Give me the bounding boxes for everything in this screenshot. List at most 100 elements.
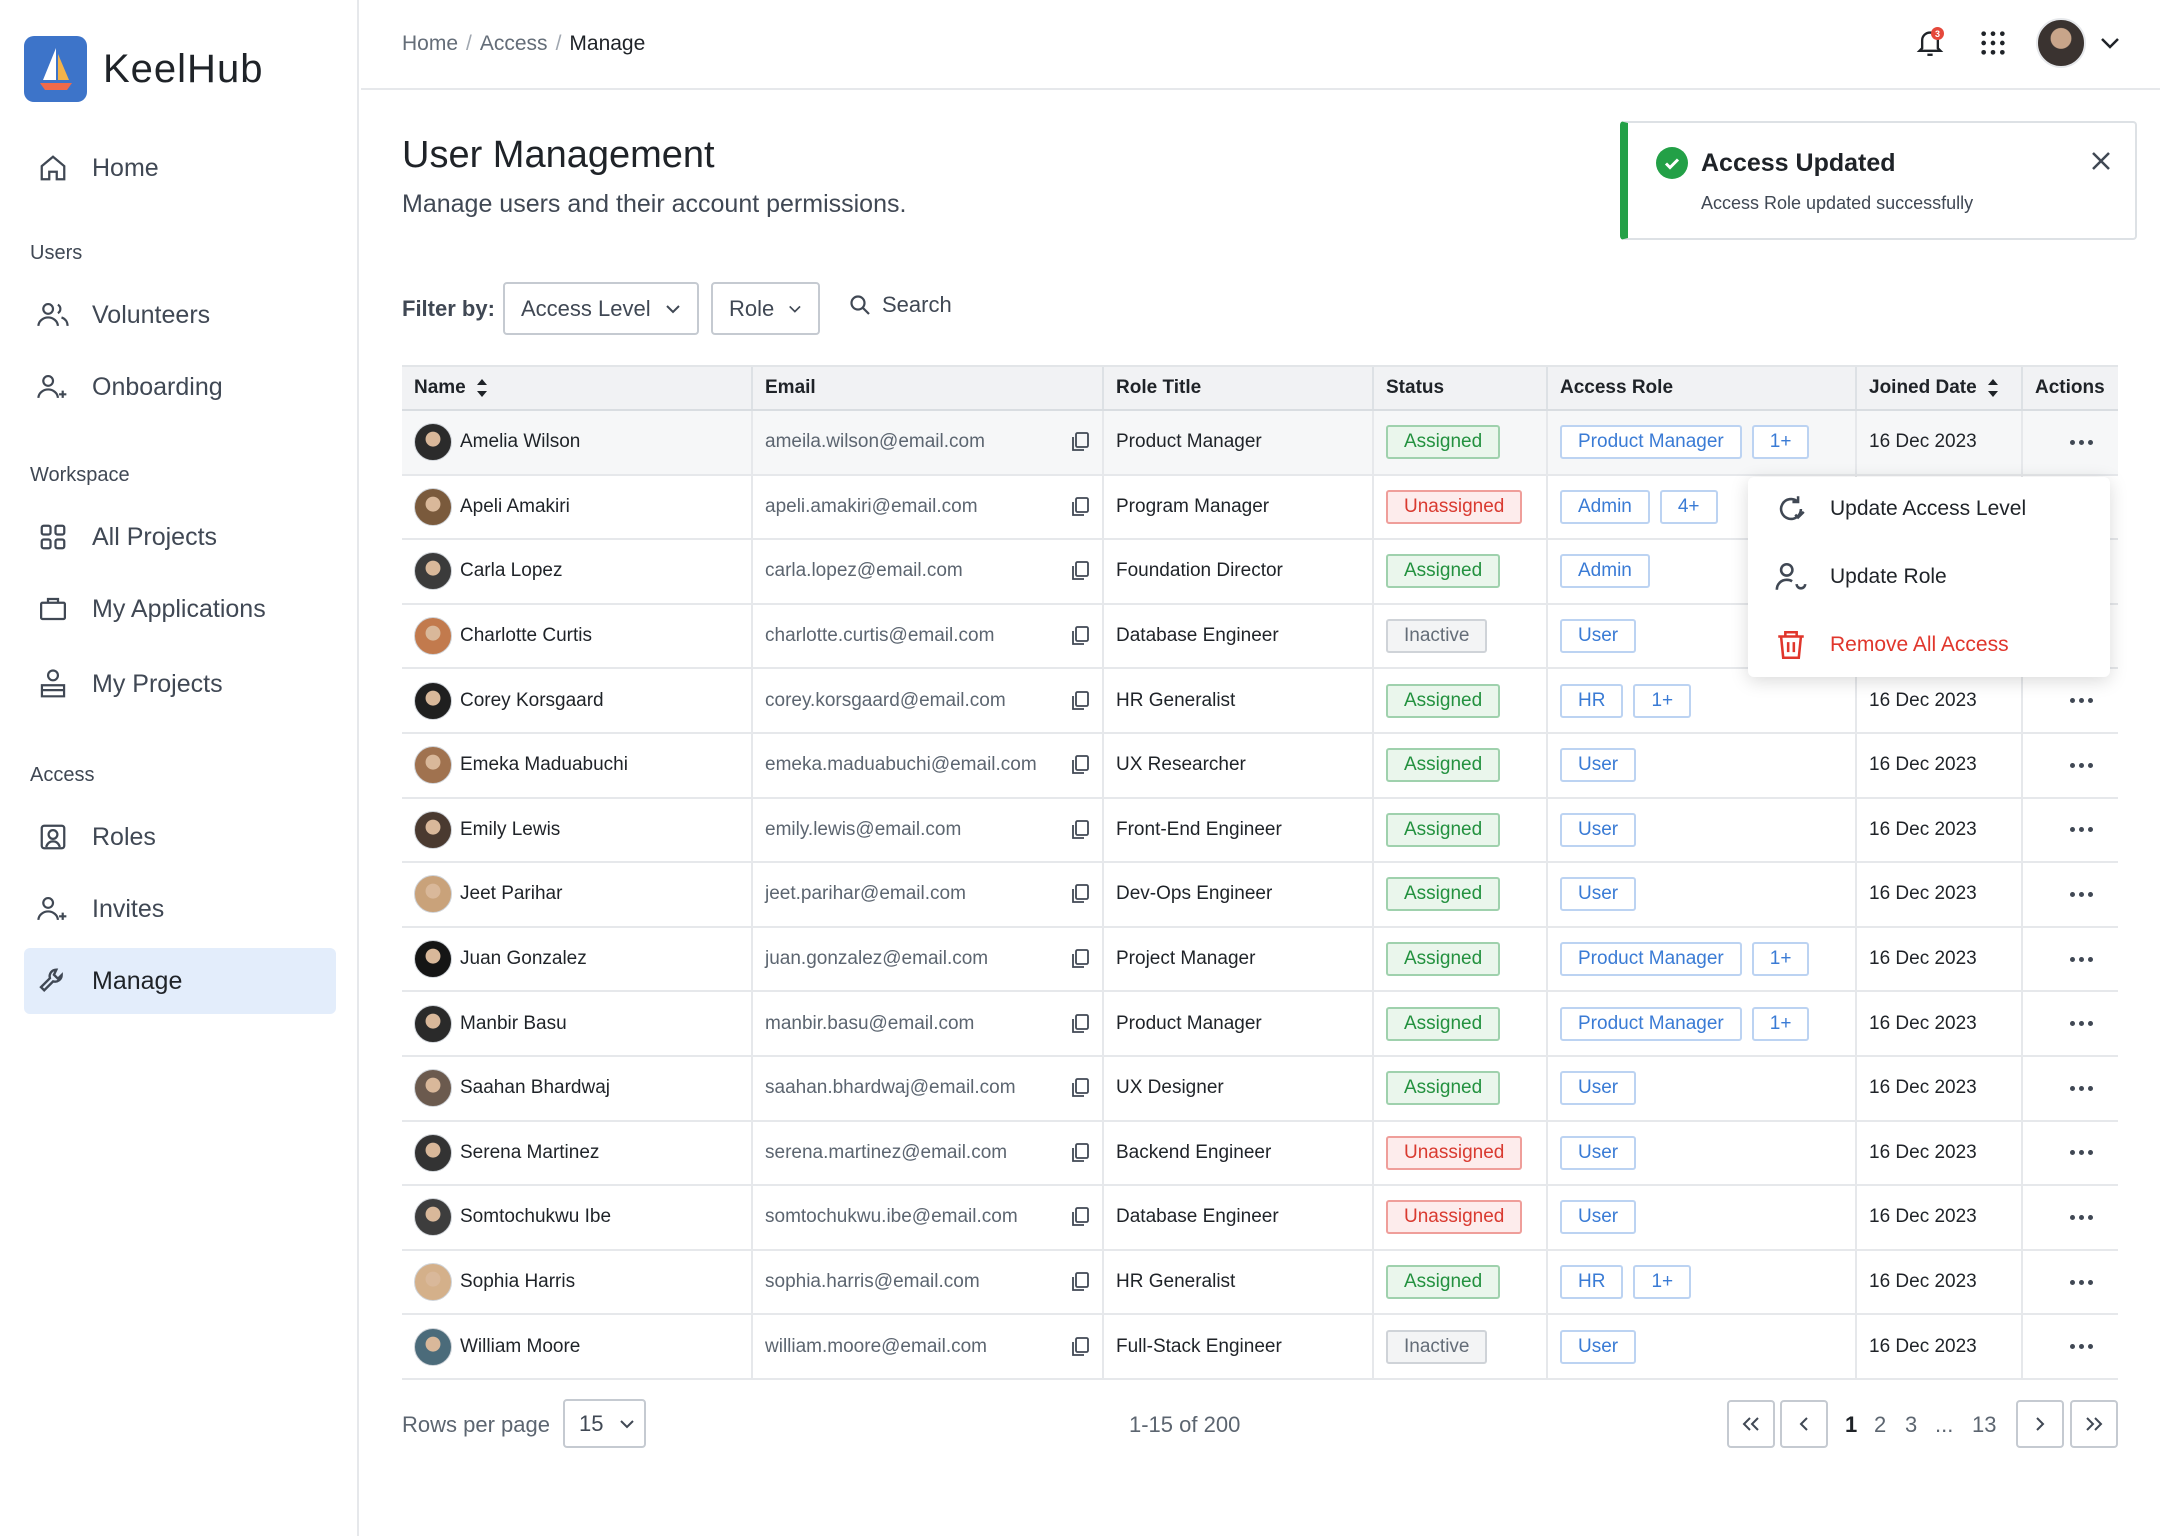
access-role-chip[interactable]: Product Manager (1560, 942, 1742, 977)
copy-icon[interactable] (1070, 1142, 1090, 1164)
copy-icon[interactable] (1070, 625, 1090, 647)
table-row[interactable]: Manbir Basu manbir.basu@email.com Produc… (402, 992, 2118, 1057)
next-page-button[interactable] (2016, 1400, 2064, 1448)
user-menu[interactable] (2036, 18, 2120, 68)
more-actions-icon[interactable] (2070, 762, 2093, 768)
cell-name: Charlotte Curtis (402, 604, 753, 668)
more-roles-chip[interactable]: 1+ (1751, 942, 1810, 977)
more-actions-icon[interactable] (2070, 439, 2093, 445)
access-role-chip[interactable]: User (1560, 1135, 1637, 1170)
table-row[interactable]: Corey Korsgaard corey.korsgaard@email.co… (402, 669, 2118, 734)
table-row[interactable]: Amelia Wilson ameila.wilson@email.com Pr… (402, 411, 2118, 476)
sidebar-item-home[interactable]: Home (24, 135, 336, 201)
more-roles-chip[interactable]: 4+ (1659, 489, 1718, 524)
more-actions-icon[interactable] (2070, 698, 2093, 704)
copy-icon[interactable] (1070, 1013, 1090, 1035)
menu-item-update-role[interactable]: Update Role (1774, 557, 1947, 597)
copy-icon[interactable] (1070, 819, 1090, 841)
copy-icon[interactable] (1070, 1206, 1090, 1228)
table-row[interactable]: Somtochukwu Ibe somtochukwu.ibe@email.co… (402, 1186, 2118, 1251)
copy-icon[interactable] (1070, 1336, 1090, 1358)
sidebar-item-roles[interactable]: Roles (24, 804, 336, 870)
more-actions-icon[interactable] (2070, 1021, 2093, 1027)
sidebar-item-all-projects[interactable]: All Projects (24, 504, 336, 570)
access-role-chip[interactable]: User (1560, 1329, 1637, 1364)
rows-per-page-select[interactable]: 15 (563, 1399, 646, 1448)
access-role-chip[interactable]: User (1560, 812, 1637, 847)
access-role-chip[interactable]: Product Manager (1560, 1006, 1742, 1041)
more-roles-chip[interactable]: 1+ (1751, 1006, 1810, 1041)
menu-item-update-access-level[interactable]: Update Access Level (1774, 489, 2026, 529)
access-role-chip[interactable]: Admin (1560, 489, 1650, 524)
access-role-chip[interactable]: User (1560, 619, 1637, 654)
table-row[interactable]: Serena Martinez serena.martinez@email.co… (402, 1121, 2118, 1187)
table-row[interactable]: Emeka Maduabuchi emeka.maduabuchi@email.… (402, 733, 2118, 799)
more-actions-icon[interactable] (2070, 1085, 2093, 1091)
notifications-button[interactable]: 3 (1910, 21, 1950, 65)
sidebar-item-manage[interactable]: Manage (24, 948, 336, 1014)
page-2[interactable]: 2 (1874, 1412, 1886, 1438)
copy-icon[interactable] (1070, 1077, 1090, 1099)
table-row[interactable]: Jeet Parihar jeet.parihar@email.com Dev-… (402, 863, 2118, 928)
sidebar-item-onboarding[interactable]: Onboarding (24, 354, 336, 420)
toast-close-button[interactable] (2085, 145, 2117, 177)
more-actions-icon[interactable] (2070, 1279, 2093, 1285)
more-actions-icon[interactable] (2070, 956, 2093, 962)
table-row[interactable]: Juan Gonzalez juan.gonzalez@email.com Pr… (402, 927, 2118, 993)
first-page-button[interactable] (1727, 1400, 1775, 1448)
table-row[interactable]: Saahan Bhardwaj saahan.bhardwaj@email.co… (402, 1056, 2118, 1122)
page-13[interactable]: 13 (1972, 1412, 1996, 1438)
menu-item-remove-all-access[interactable]: Remove All Access (1774, 625, 2009, 665)
prev-page-button[interactable] (1780, 1400, 1828, 1448)
app-logo[interactable]: KeelHub (24, 36, 263, 102)
more-roles-chip[interactable]: 1+ (1633, 1265, 1692, 1300)
copy-icon[interactable] (1070, 948, 1090, 970)
access-role-chip[interactable]: Product Manager (1560, 425, 1742, 460)
column-header-joined-date[interactable]: Joined Date (1857, 367, 2023, 409)
role-filter[interactable]: Role (711, 282, 820, 335)
more-roles-chip[interactable]: 1+ (1751, 425, 1810, 460)
copy-icon[interactable] (1070, 690, 1090, 712)
copy-icon[interactable] (1070, 496, 1090, 518)
cell-status: Assigned (1374, 992, 1548, 1055)
copy-icon[interactable] (1070, 431, 1090, 453)
more-actions-icon[interactable] (2070, 891, 2093, 897)
avatar (414, 1263, 452, 1302)
copy-icon[interactable] (1070, 883, 1090, 905)
access-role-chip[interactable]: User (1560, 1071, 1637, 1106)
page-1[interactable]: 1 (1845, 1412, 1857, 1438)
more-actions-icon[interactable] (2070, 1150, 2093, 1156)
sidebar-item-my-projects[interactable]: My Projects (24, 651, 336, 717)
access-role-chip[interactable]: Admin (1560, 554, 1650, 589)
more-roles-chip[interactable]: 1+ (1633, 683, 1692, 718)
page-3[interactable]: 3 (1905, 1412, 1917, 1438)
sidebar-item-invites[interactable]: Invites (24, 876, 336, 942)
more-actions-icon[interactable] (2070, 1214, 2093, 1220)
table-row[interactable]: William Moore william.moore@email.com Fu… (402, 1315, 2118, 1380)
avatar (414, 552, 452, 591)
apps-grid-button[interactable] (1978, 28, 2008, 58)
user-badge-icon (36, 820, 70, 854)
column-header-name[interactable]: Name (402, 367, 753, 409)
sidebar-item-my-applications[interactable]: My Applications (24, 576, 336, 642)
breadcrumb-home[interactable]: Home (402, 32, 458, 56)
role-title: Front-End Engineer (1116, 818, 1282, 840)
access-role-chip[interactable]: HR (1560, 683, 1624, 718)
access-role-chip[interactable]: User (1560, 1200, 1637, 1235)
access-role-chip[interactable]: User (1560, 877, 1637, 912)
access-role-chip[interactable]: User (1560, 748, 1637, 783)
sidebar-item-volunteers[interactable]: Volunteers (24, 282, 336, 348)
user-email: saahan.bhardwaj@email.com (765, 1077, 1016, 1099)
table-row[interactable]: Sophia Harris sophia.harris@email.com HR… (402, 1250, 2118, 1316)
copy-icon[interactable] (1070, 560, 1090, 582)
table-row[interactable]: Emily Lewis emily.lewis@email.com Front-… (402, 798, 2118, 864)
breadcrumb-access[interactable]: Access (480, 32, 548, 56)
more-actions-icon[interactable] (2070, 827, 2093, 833)
more-actions-icon[interactable] (2070, 1344, 2093, 1350)
copy-icon[interactable] (1070, 1271, 1090, 1293)
access-role-chip[interactable]: HR (1560, 1265, 1624, 1300)
search-input[interactable]: Search (848, 292, 952, 318)
last-page-button[interactable] (2070, 1400, 2118, 1448)
access-level-filter[interactable]: Access Level (503, 282, 699, 335)
copy-icon[interactable] (1070, 754, 1090, 776)
